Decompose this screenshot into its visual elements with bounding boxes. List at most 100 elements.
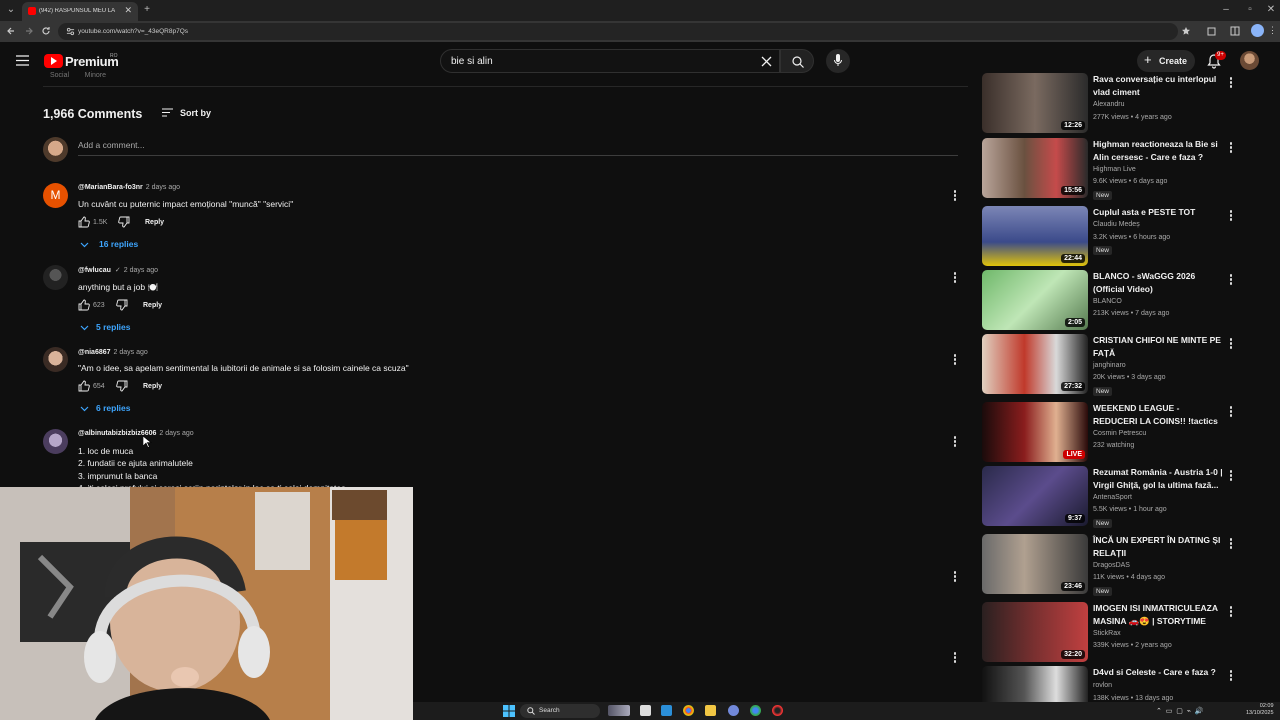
dislike-icon[interactable] [116,380,128,392]
system-tray[interactable]: ⌃ ▭ ▢ ⌁ 🔊 [1156,707,1204,715]
file-explorer-icon[interactable] [705,705,716,716]
recommended-video[interactable]: 22:44 Cuplul asta e PESTE TOT Claudiu Me… [982,206,1242,266]
video-menu-icon[interactable] [1228,209,1234,223]
video-thumbnail[interactable]: 9:37 [982,466,1088,526]
discord-icon[interactable] [728,705,739,716]
video-title[interactable]: Rava conversație cu interlopul vlad cime… [1093,73,1226,98]
comment-date[interactable]: 2 days ago [124,267,158,274]
channel-name[interactable]: Alexandru [1093,101,1125,108]
channel-name[interactable]: janghinaro [1093,362,1126,369]
video-menu-icon[interactable] [1228,76,1234,90]
add-comment-input[interactable]: Add a comment... [78,140,145,150]
video-thumbnail[interactable]: 22:44 [982,206,1088,266]
recommended-video[interactable]: 9:37 Rezumat România - Austria 1-0 | Vir… [982,466,1242,528]
video-title[interactable]: D4vd si Celeste - Care e faza ? [1093,666,1226,679]
comment-menu-icon[interactable] [952,353,958,367]
channel-name[interactable]: DragosDAS [1093,562,1130,569]
video-thumbnail[interactable]: 23:46 [982,534,1088,594]
comment-date[interactable]: 2 days ago [159,430,193,437]
sidebar-toggle-icon[interactable] [1230,26,1240,36]
commenter-avatar[interactable] [43,429,68,454]
new-tab-icon[interactable]: + [140,3,154,17]
video-title[interactable]: Highman reactioneaza la Bie si Alin cers… [1093,138,1226,163]
comment-menu-icon[interactable] [952,271,958,285]
reply-button[interactable]: Reply [143,383,162,390]
window-close-icon[interactable]: ✕ [1264,3,1278,17]
like-icon[interactable] [78,216,90,228]
comment-handle[interactable]: @fwlucau [78,267,111,274]
view-replies-button[interactable]: 5 replies [80,322,160,334]
browser-tab[interactable]: (942) RASPUNSUL MEU LA ✕ [22,2,138,21]
profile-icon[interactable] [1251,24,1264,37]
recommended-video[interactable]: 23:46 ÎNCĂ UN EXPERT ÎN DATING ȘI RELAȚI… [982,534,1242,596]
view-replies-button[interactable]: 16 replies [80,239,160,251]
minimize-icon[interactable]: – [1219,3,1233,17]
bookmark-star-icon[interactable] [1181,26,1191,36]
comment-handle[interactable]: @nia6867 [78,349,111,356]
widgets-icon[interactable] [608,705,630,716]
view-replies-button[interactable]: 6 replies [80,403,160,415]
video-thumbnail[interactable]: 27:32 [982,334,1088,394]
tab-list-icon[interactable]: ⌄ [4,3,18,17]
commenter-avatar[interactable]: M [43,183,68,208]
video-menu-icon[interactable] [1228,337,1234,351]
commenter-avatar[interactable] [43,347,68,372]
video-menu-icon[interactable] [1228,273,1234,287]
voice-search-button[interactable] [826,49,850,73]
video-thumbnail[interactable] [982,666,1088,702]
comment-handle[interactable]: @MarianBara-fo3nr [78,184,143,191]
video-title[interactable]: IMOGEN ISI INMATRICULEAZA MASINA 🚗😍 | ST… [1093,602,1226,627]
like-icon[interactable] [78,299,90,311]
recommended-video[interactable]: 15:56 Highman reactioneaza la Bie si Ali… [982,138,1242,200]
recommended-video[interactable]: 12:26 Rava conversație cu interlopul vla… [982,73,1242,133]
video-thumbnail[interactable]: 15:56 [982,138,1088,198]
video-menu-icon[interactable] [1228,469,1234,483]
video-thumbnail[interactable]: 2:05 [982,270,1088,330]
comment-menu-icon[interactable] [952,651,958,665]
commenter-avatar[interactable] [43,265,68,290]
create-button[interactable]: + Create [1137,50,1195,72]
chrome-icon[interactable] [683,705,694,716]
recommended-video[interactable]: LIVE WEEKEND LEAGUE - REDUCERI LA COINS!… [982,402,1242,462]
forward-icon[interactable] [24,26,34,36]
video-title[interactable]: BLANCO - sWaGGG 2026 (Official Video) [1093,270,1226,295]
comment-date[interactable]: 2 days ago [114,349,148,356]
comment-menu-icon[interactable] [952,189,958,203]
dislike-icon[interactable] [118,216,130,228]
video-menu-icon[interactable] [1228,141,1234,155]
search-input[interactable]: bie si alin [440,49,780,73]
comment-date[interactable]: 2 days ago [146,184,180,191]
comment-menu-icon[interactable] [952,435,958,449]
site-info-icon[interactable] [66,27,75,36]
account-avatar[interactable] [1240,51,1259,70]
extensions-icon[interactable] [1207,26,1217,36]
youtube-premium-logo[interactable]: Premium RO [44,53,119,69]
address-bar[interactable]: youtube.com/watch?v=_43eQR8p7Qs [58,23,1178,40]
video-title[interactable]: Rezumat România - Austria 1-0 | Virgil G… [1093,466,1226,491]
reply-button[interactable]: Reply [143,302,162,309]
recommended-video[interactable]: D4vd si Celeste - Care e faza ? rovlon 1… [982,666,1242,702]
video-menu-icon[interactable] [1228,405,1234,419]
recommended-video[interactable]: 2:05 BLANCO - sWaGGG 2026 (Official Vide… [982,270,1242,330]
vscode-icon[interactable] [661,705,672,716]
channel-name[interactable]: rovlon [1093,682,1112,689]
channel-name[interactable]: Highman Live [1093,166,1136,173]
video-menu-icon[interactable] [1228,605,1234,619]
dislike-icon[interactable] [116,299,128,311]
browser-menu-icon[interactable]: ⋮ [1268,25,1277,36]
recommended-video[interactable]: 32:20 IMOGEN ISI INMATRICULEAZA MASINA 🚗… [982,602,1242,662]
maximize-icon[interactable]: ▫ [1243,3,1257,17]
obs-icon[interactable] [772,705,783,716]
video-thumbnail[interactable]: LIVE [982,402,1088,462]
taskbar-clock[interactable]: 02:09 13/10/2025 [1246,703,1274,717]
channel-name[interactable]: AntenaSport [1093,494,1132,501]
like-icon[interactable] [78,380,90,392]
video-menu-icon[interactable] [1228,669,1234,683]
channel-name[interactable]: Claudiu Medeș [1093,221,1140,228]
task-view-icon[interactable] [640,705,651,716]
back-icon[interactable] [6,26,16,36]
channel-name[interactable]: StickRax [1093,630,1121,637]
video-title[interactable]: Cuplul asta e PESTE TOT [1093,206,1226,219]
guide-menu-icon[interactable] [16,55,29,66]
video-title[interactable]: WEEKEND LEAGUE - REDUCERI LA COINS!! !ta… [1093,402,1226,427]
